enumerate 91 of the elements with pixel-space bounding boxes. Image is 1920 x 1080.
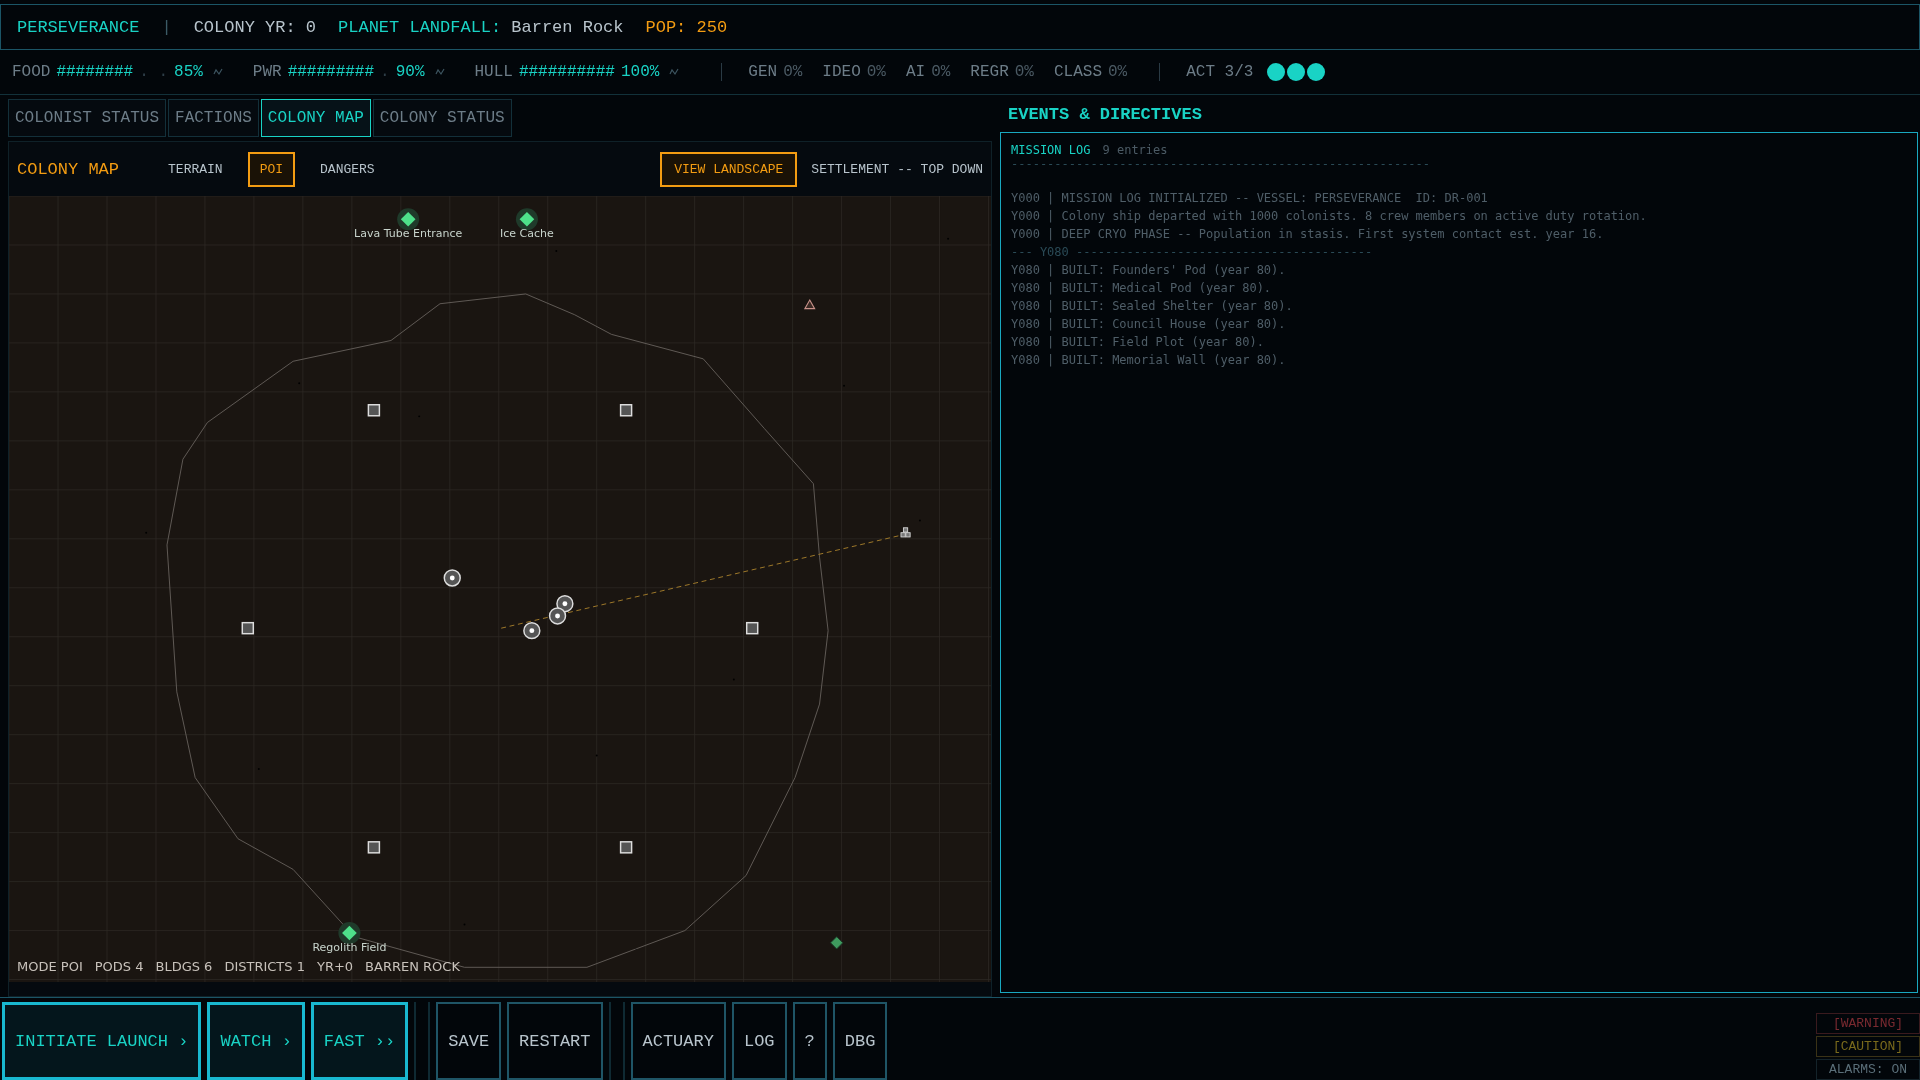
metric-value: 0% xyxy=(1014,63,1034,81)
log-entry: Y080 | BUILT: Medical Pod (year 80). xyxy=(1011,280,1273,297)
action-button[interactable]: RESTART xyxy=(507,1002,603,1080)
poi-marker[interactable] xyxy=(515,208,538,231)
map-title: COLONY MAP xyxy=(17,159,120,179)
action-button[interactable]: DBG xyxy=(832,1002,888,1080)
events-title: EVENTS & DIRECTIVES xyxy=(1007,104,1203,126)
resource-gauge-empty-text: . xyxy=(380,63,390,81)
building-marker[interactable] xyxy=(619,404,633,417)
pod-marker[interactable] xyxy=(523,621,541,640)
alert-indicator: [CAUTION] xyxy=(1816,1036,1920,1057)
resource-label: FOOD xyxy=(12,63,51,81)
pod-marker[interactable] xyxy=(548,607,567,625)
resource-gauge-text: ######## xyxy=(56,63,134,81)
metric-label: AI xyxy=(905,63,926,81)
log-entry: Y080 | BUILT: Founders' Pod (year 80). xyxy=(1011,262,1287,279)
view-mode: SETTLEMENT -- TOP DOWN xyxy=(811,161,983,177)
map-stat: DISTRICTS 1 xyxy=(224,959,305,974)
building-marker[interactable] xyxy=(745,621,759,635)
log-entry: Y000 | MISSION LOG INITIALIZED -- VESSEL: PERSEVERANCE ID: DR-001 xyxy=(1011,190,1489,207)
year-divider: --- Y080 ----------------------------------------- xyxy=(1011,244,1374,261)
ship-name: PERSEVERANCE xyxy=(17,17,140,37)
action-button[interactable]: FAST ›› xyxy=(310,1002,409,1080)
map-stat: YR+0 xyxy=(316,959,354,974)
filter-button[interactable]: POI xyxy=(247,151,296,187)
metric-value: 0% xyxy=(1108,63,1128,81)
metric-value: 0% xyxy=(931,63,951,81)
resource-value: 90% xyxy=(395,63,425,81)
landfall-label: PLANET LANDFALL: xyxy=(338,17,502,37)
tab[interactable]: COLONIST STATUS xyxy=(8,99,167,137)
poi-marker[interactable] xyxy=(830,936,844,950)
landfall-value: Barren Rock xyxy=(511,17,624,37)
resource-value: 100% xyxy=(620,63,660,81)
metric-value: 0% xyxy=(783,63,803,81)
separator: | xyxy=(161,17,172,37)
resource-gauge-empty-text: . . xyxy=(139,63,169,81)
resource-label: PWR xyxy=(252,63,282,81)
metric-value: 0% xyxy=(866,63,886,81)
resource-label: HULL xyxy=(474,63,513,81)
poi-label: Ice Cache xyxy=(500,227,554,240)
structure-icon[interactable] xyxy=(900,527,911,538)
trend-icon xyxy=(212,68,223,76)
metric-label: IDEO xyxy=(822,63,861,81)
log-entry: Y000 | DEEP CRYO PHASE -- Population in stasis. First system contact est. year 16. xyxy=(1011,226,1605,243)
alert-indicator: [WARNING] xyxy=(1816,1013,1920,1034)
tab[interactable]: COLONY STATUS xyxy=(372,99,512,137)
metric-label: CLASS xyxy=(1053,63,1102,81)
filter-button[interactable]: DANGERS xyxy=(309,152,386,186)
danger-icon[interactable] xyxy=(803,298,816,310)
trend-icon xyxy=(669,68,680,76)
pod-marker[interactable] xyxy=(443,569,461,587)
tab[interactable]: FACTIONS xyxy=(168,99,259,137)
action-button[interactable]: WATCH › xyxy=(207,1002,305,1080)
action-button[interactable]: LOG xyxy=(731,1002,787,1080)
poi-marker[interactable] xyxy=(338,922,361,945)
log-title: MISSION LOG xyxy=(1011,143,1091,157)
colony-year: COLONY YR: 0 xyxy=(193,17,317,37)
resource-gauge-text: ######### xyxy=(287,63,375,81)
entry-count: 9 entries xyxy=(1102,143,1168,157)
log-entry: Y080 | BUILT: Field Plot (year 80). xyxy=(1011,334,1265,351)
alert-indicator: ALARMS: ON xyxy=(1816,1059,1920,1080)
log-entry: Y000 | Colony ship departed with 1000 colonists. 8 crew members on active duty rotation. xyxy=(1011,208,1648,225)
poi-label: Regolith Field xyxy=(312,940,387,954)
log-entry: Y080 | BUILT: Memorial Wall (year 80). xyxy=(1011,352,1287,369)
tab[interactable]: COLONY MAP xyxy=(260,99,371,137)
log-rule: ---------------------------------------------------------- xyxy=(1011,157,1432,171)
map-stat: MODE POI xyxy=(17,959,83,974)
resource-gauge-text: ########## xyxy=(518,63,615,81)
building-marker[interactable] xyxy=(241,621,255,635)
trend-icon xyxy=(434,68,445,76)
log-entry: Y080 | BUILT: Sealed Shelter (year 80). xyxy=(1011,298,1294,315)
metric-label: GEN xyxy=(748,63,778,81)
filter-button[interactable]: TERRAIN xyxy=(157,152,234,186)
building-marker[interactable] xyxy=(367,841,381,854)
action-button[interactable]: INITIATE LAUNCH › xyxy=(2,1002,202,1080)
poi-label: Lava Tube Entrance xyxy=(354,227,463,240)
action-button[interactable]: ? xyxy=(792,1002,827,1080)
population: POP: 250 xyxy=(645,17,728,37)
metric-label: REGR xyxy=(970,63,1009,81)
resource-value: 85% xyxy=(174,63,203,81)
view-landscape-button[interactable]: VIEW LANDSCAPE xyxy=(660,151,798,187)
act-counter: ACT 3/3 xyxy=(1186,63,1254,81)
log-entry: Y080 | BUILT: Council House (year 80). xyxy=(1011,316,1287,333)
map-stat: BLDGS 6 xyxy=(155,959,213,974)
action-button[interactable]: ACTUARY xyxy=(630,1002,726,1080)
poi-marker[interactable] xyxy=(397,208,420,231)
action-button[interactable]: SAVE xyxy=(436,1002,502,1080)
building-marker[interactable] xyxy=(367,404,381,417)
building-marker[interactable] xyxy=(619,841,633,854)
map-stat: PODS 4 xyxy=(94,959,144,974)
map-stat: BARREN ROCK xyxy=(365,959,460,974)
